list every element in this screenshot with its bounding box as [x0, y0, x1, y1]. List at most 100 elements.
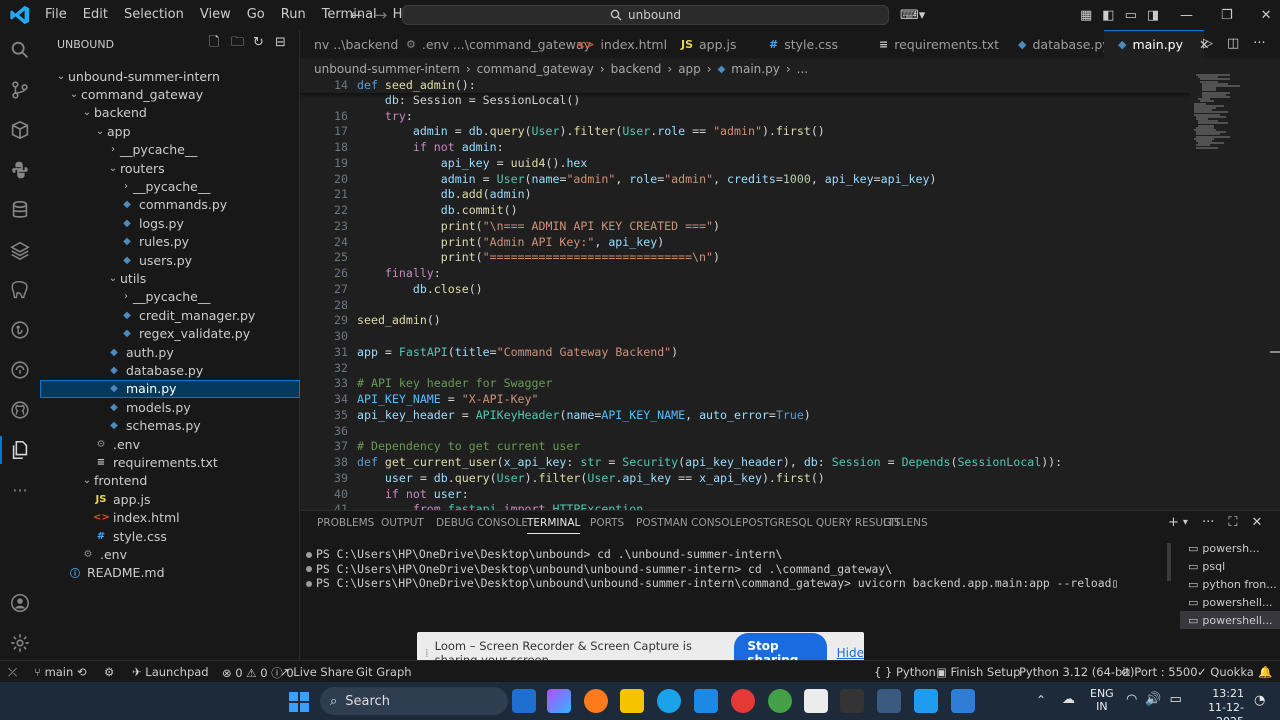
editor-tab[interactable]: # style.css: [755, 30, 863, 58]
editor-tab[interactable]: ⚙ .env ...\command_gateway: [392, 30, 591, 58]
remote-explorer-icon[interactable]: [8, 358, 32, 382]
tree-file[interactable]: ◆ auth.py: [40, 343, 300, 361]
tree-file[interactable]: # style.css: [40, 527, 300, 545]
collapse-all-icon[interactable]: ⊟: [275, 36, 289, 50]
launchpad-status[interactable]: ✈ Launchpad: [132, 665, 209, 679]
terminal-instance[interactable]: ▭ python fron...: [1180, 575, 1280, 593]
taskbar-search-box[interactable]: ⌕ Search: [320, 687, 508, 715]
panel-tab[interactable]: OUTPUT: [381, 517, 424, 529]
breadcrumb-item[interactable]: main.py: [731, 62, 780, 76]
menu-file[interactable]: File: [37, 0, 75, 30]
tree-file[interactable]: ⓘ README.md: [40, 564, 300, 582]
tree-file[interactable]: ◆ regex_validate.py: [40, 325, 300, 343]
breadcrumb-item[interactable]: app: [678, 62, 701, 76]
tree-file[interactable]: ◆ commands.py: [40, 196, 300, 214]
tree-file[interactable]: ◆ main.py: [40, 379, 300, 398]
editor-tab[interactable]: <> index.html: [562, 30, 667, 58]
forward-arrow-icon[interactable]: →: [375, 6, 388, 24]
gitlens-status-icon[interactable]: ⚙: [104, 665, 114, 679]
language-indicator[interactable]: ENG IN: [1090, 687, 1114, 713]
editor-tab[interactable]: ≡ requirements.txt: [865, 30, 1002, 58]
tree-file[interactable]: ⚙ .env: [40, 545, 300, 563]
drag-handle-icon[interactable]: ⁞: [425, 646, 429, 660]
chrome-icon[interactable]: [731, 689, 755, 713]
git-app-icon[interactable]: [804, 689, 828, 713]
tree-folder[interactable]: ⌄ frontend: [40, 472, 300, 490]
finish-setup-status[interactable]: ▣ Finish Setup: [936, 665, 1020, 679]
remote-icon[interactable]: ⤫: [8, 665, 17, 680]
tree-file[interactable]: <> index.html: [40, 509, 300, 527]
editor-tab[interactable]: nv ..\backend: [300, 30, 398, 58]
panel-tab[interactable]: TERMINAL: [527, 517, 581, 534]
source-control-icon[interactable]: [8, 78, 32, 102]
tree-folder[interactable]: ⌄ app: [40, 122, 300, 140]
notification-icon[interactable]: ◔: [1254, 693, 1265, 708]
tree-folder[interactable]: › __pycache__: [40, 288, 300, 306]
panel-tab[interactable]: POSTMAN CONSOLE: [636, 517, 742, 529]
minimize-icon[interactable]: —: [1180, 8, 1193, 23]
tree-file[interactable]: ◆ logs.py: [40, 214, 300, 232]
github-icon[interactable]: [8, 398, 32, 422]
tree-folder[interactable]: ⌄ command_gateway: [40, 85, 300, 103]
breadcrumb-item[interactable]: command_gateway: [477, 62, 594, 76]
tree-folder[interactable]: ⌄ unbound-summer-intern: [40, 67, 300, 85]
menu-edit[interactable]: Edit: [75, 0, 116, 30]
calculator-icon[interactable]: [951, 689, 975, 713]
more-actions-icon[interactable]: ···: [1202, 515, 1214, 530]
system-tray[interactable]: ◠ 🔊 ▭: [1126, 692, 1182, 707]
tree-file[interactable]: ◆ users.py: [40, 251, 300, 269]
tray-app-icon[interactable]: ☁: [1062, 692, 1075, 707]
terminal-dropdown-icon[interactable]: ▾: [1183, 517, 1188, 530]
refresh-icon[interactable]: ↻: [253, 36, 267, 50]
toggle-sidebar-icon[interactable]: ◧: [1102, 8, 1114, 23]
panel-tab[interactable]: POSTGRESQL QUERY RESULTS: [742, 517, 901, 529]
tree-folder[interactable]: › __pycache__: [40, 141, 300, 159]
editor-tab[interactable]: ◆ main.py ✕: [1104, 30, 1210, 58]
panel-tab[interactable]: PORTS: [590, 517, 624, 529]
panel-tab[interactable]: GITLENS: [883, 517, 928, 529]
terminal-instance[interactable]: ▭ powersh...: [1180, 539, 1280, 557]
store-icon[interactable]: [512, 689, 536, 713]
tree-file[interactable]: ◆ credit_manager.py: [40, 306, 300, 324]
terminal-instance[interactable]: ▭ psql: [1180, 557, 1280, 575]
copilot-app-icon[interactable]: [547, 689, 571, 713]
clock[interactable]: 13:21 11-12-2025: [1196, 687, 1244, 720]
copilot-icon[interactable]: ⌨▾: [900, 0, 925, 30]
customize-layout-icon[interactable]: ▦: [1080, 8, 1092, 23]
branch-status[interactable]: ⑂ main ⟲: [34, 665, 87, 679]
menu-selection[interactable]: Selection: [116, 0, 192, 30]
chrome-profile-icon[interactable]: [768, 689, 792, 713]
tree-folder[interactable]: ⌄ backend: [40, 104, 300, 122]
quokka-status[interactable]: ✓ Quokka: [1197, 665, 1254, 679]
breadcrumb-item[interactable]: ...: [797, 62, 808, 76]
app-icon-blue[interactable]: [694, 689, 718, 713]
new-file-icon[interactable]: 🗋: [209, 36, 223, 50]
explorer-icon[interactable]: [8, 438, 32, 462]
tree-file[interactable]: ◆ rules.py: [40, 233, 300, 251]
python-icon[interactable]: [8, 158, 32, 182]
editor-tab[interactable]: JS app.js: [667, 30, 753, 58]
postgres-elephant-icon[interactable]: [8, 278, 32, 302]
terminal-app-icon[interactable]: [840, 689, 864, 713]
toggle-panel-icon[interactable]: ▭: [1125, 8, 1137, 23]
close-window-icon[interactable]: ✕: [1261, 8, 1272, 23]
new-terminal-icon[interactable]: +: [1168, 515, 1179, 530]
git-graph-status[interactable]: Git Graph: [356, 665, 412, 679]
command-decoration-icon[interactable]: [306, 580, 312, 587]
tree-folder[interactable]: › __pycache__: [40, 177, 300, 195]
tree-file[interactable]: ◆ schemas.py: [40, 417, 300, 435]
breadcrumb-item[interactable]: unbound-summer-intern: [314, 62, 460, 76]
app-icon-dark[interactable]: [877, 689, 901, 713]
more-icon[interactable]: ···: [8, 478, 32, 502]
toggle-secondary-sidebar-icon[interactable]: ◨: [1147, 8, 1159, 23]
file-explorer-icon[interactable]: [620, 689, 644, 713]
hide-link[interactable]: Hide: [837, 646, 864, 660]
breadcrumb-item[interactable]: backend: [611, 62, 662, 76]
firefox-icon[interactable]: [584, 689, 608, 713]
command-decoration-icon[interactable]: [306, 566, 312, 573]
notifications-bell-icon[interactable]: 🔔: [1258, 665, 1272, 679]
tree-file[interactable]: ◆ models.py: [40, 398, 300, 416]
tree-folder[interactable]: ⌄ routers: [40, 159, 300, 177]
tree-file[interactable]: JS app.js: [40, 490, 300, 508]
new-folder-icon[interactable]: 🗀: [231, 36, 245, 50]
